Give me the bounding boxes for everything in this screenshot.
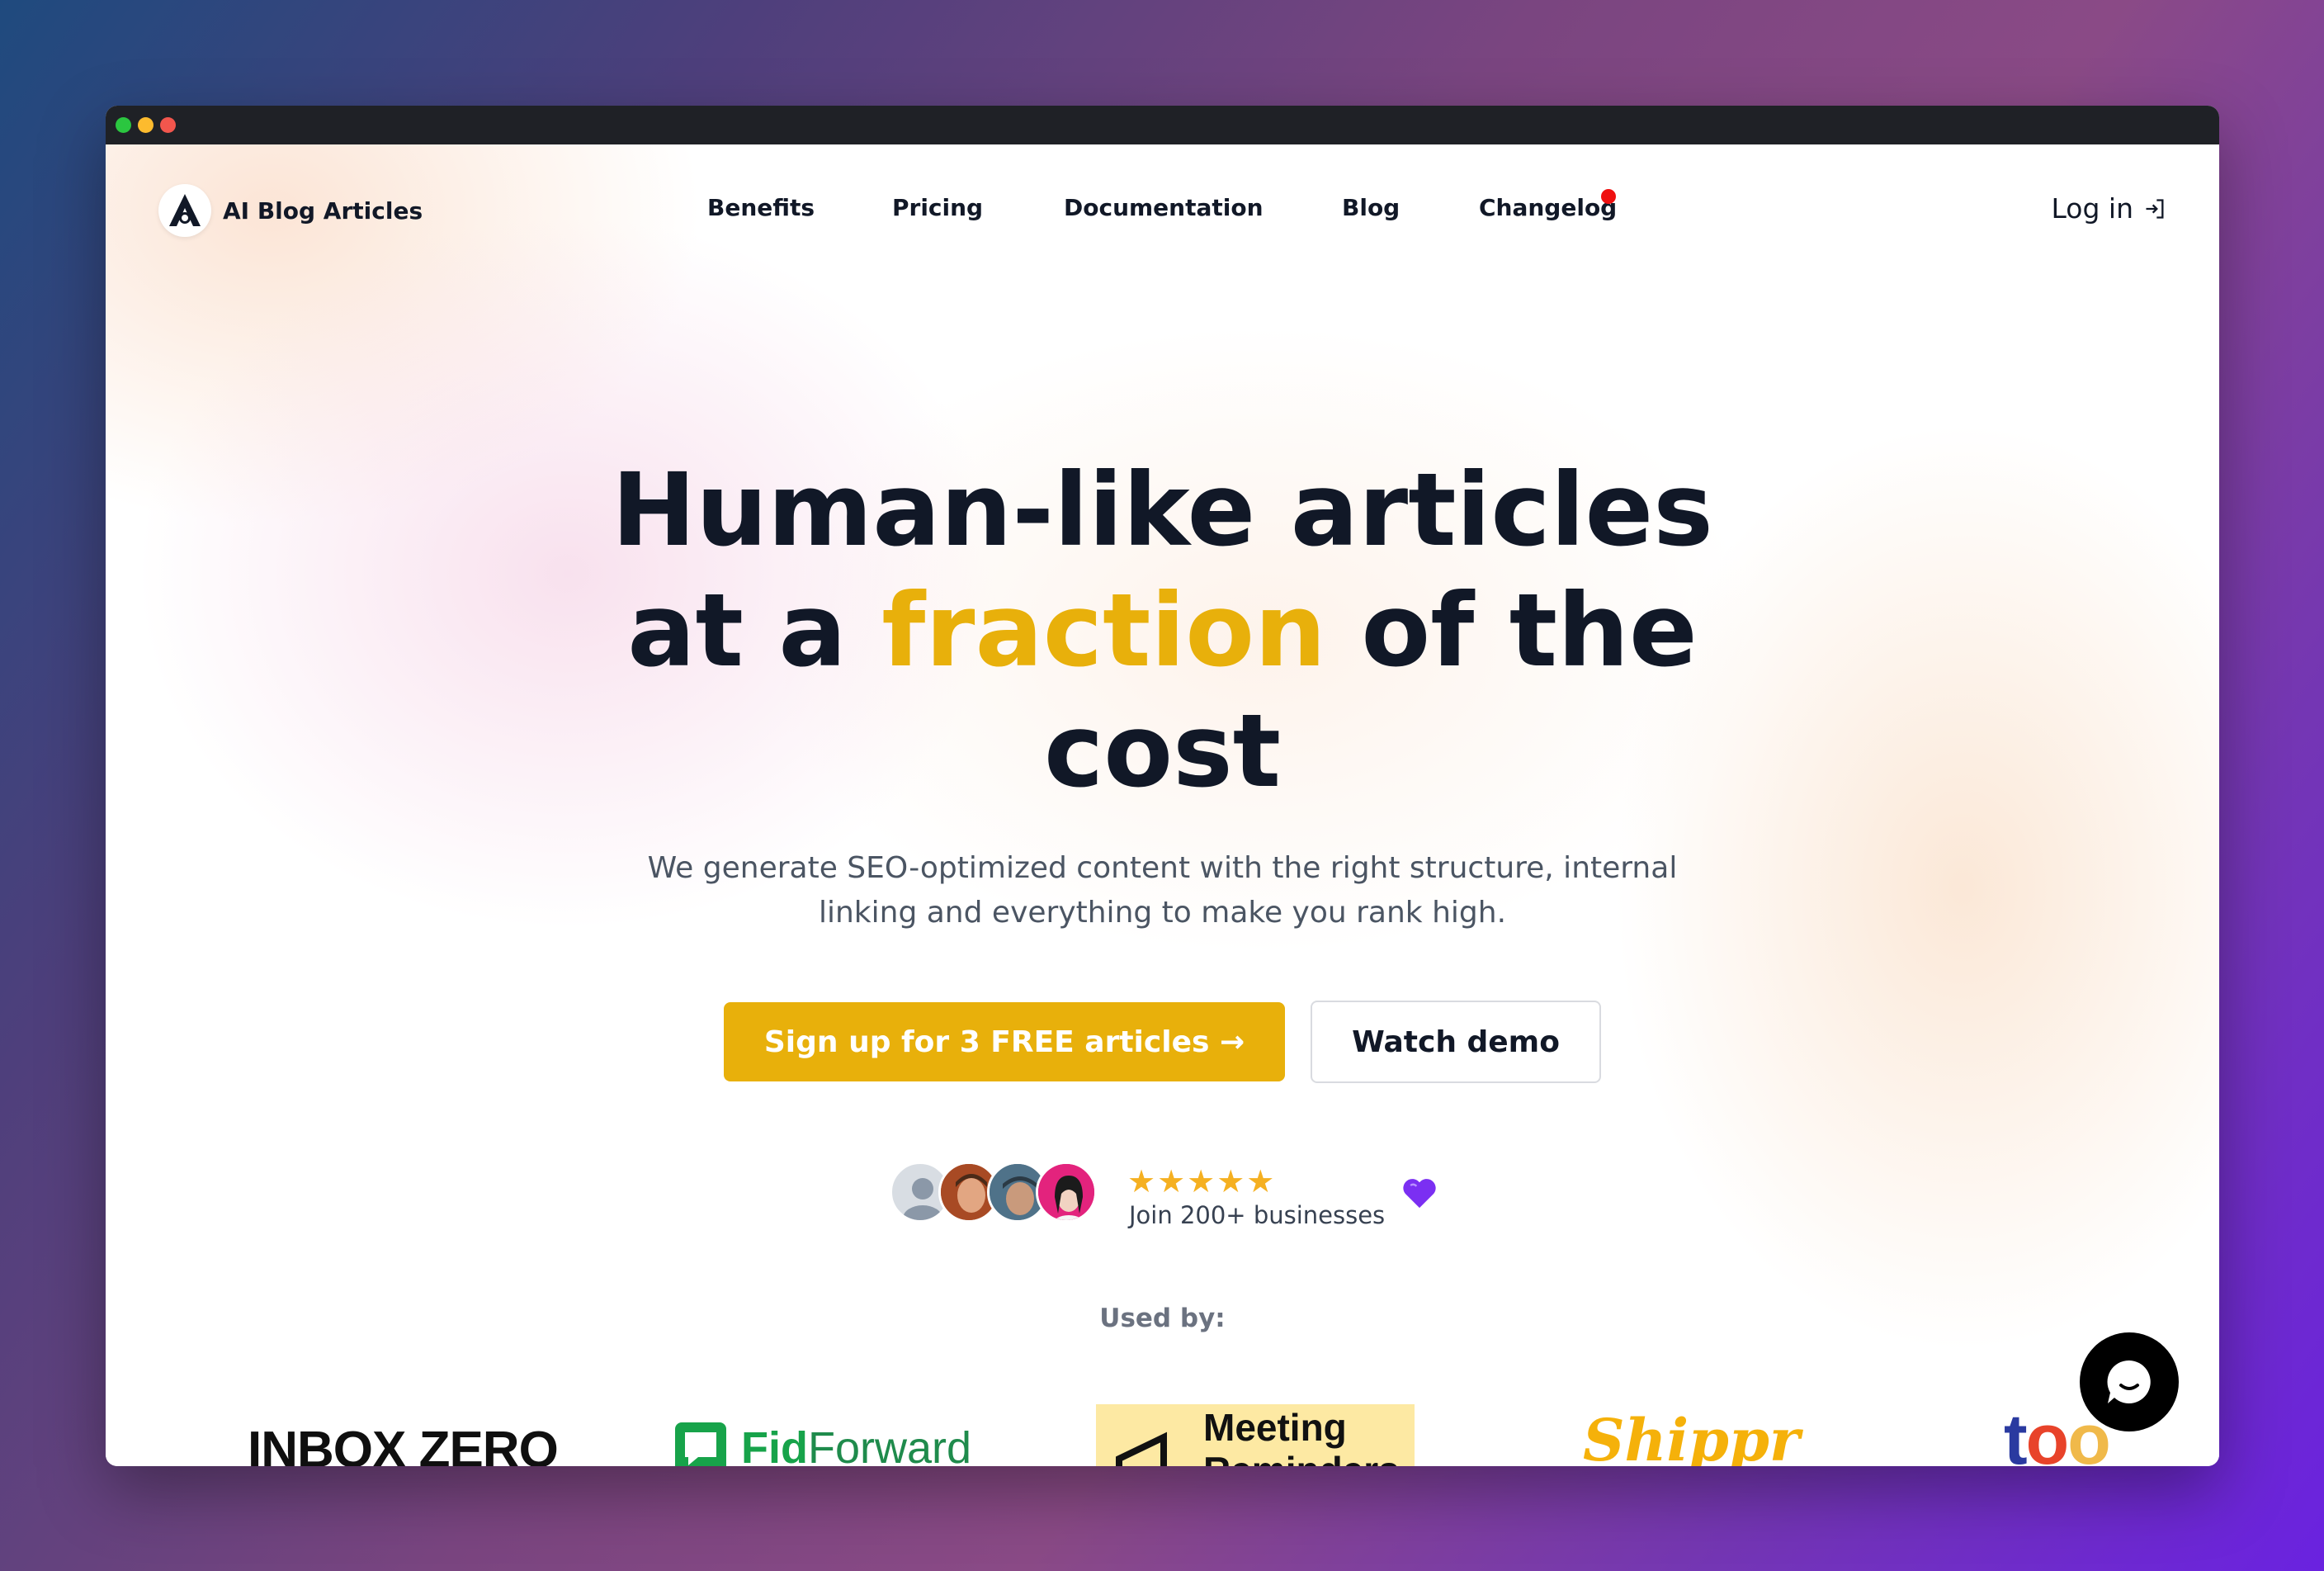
join-businesses-text: Join 200+ businesses xyxy=(1129,1201,1386,1229)
used-by-label: Used by: xyxy=(1099,1304,1226,1333)
nav-documentation[interactable]: Documentation xyxy=(1064,194,1264,221)
nav-benefits[interactable]: Benefits xyxy=(707,194,815,221)
meeting-reminders-wordmark: Meeting Reminders xyxy=(1203,1406,1400,1466)
window-minimize-dot[interactable] xyxy=(138,117,154,133)
browser-window: AI Blog Articles Benefits Pricing Docume… xyxy=(106,106,2219,1466)
fidforward-logo: FidForward xyxy=(673,1421,971,1466)
signup-free-articles-button[interactable]: Sign up for 3 FREE articles → xyxy=(724,1002,1285,1081)
customer-avatars xyxy=(890,1162,1104,1223)
login-arrow-icon xyxy=(2146,198,2164,219)
inbox-zero-logo: INBOX ZERO xyxy=(248,1422,559,1466)
hero-subtitle-line1: We generate SEO-optimized content with t… xyxy=(647,851,1678,885)
avatar xyxy=(1036,1162,1097,1223)
watch-demo-button[interactable]: Watch demo xyxy=(1311,1001,1601,1083)
nav-changelog[interactable]: Changelog xyxy=(1479,194,1617,221)
login-link[interactable]: Log in xyxy=(2051,192,2166,225)
hero-title-line3: cost xyxy=(1043,693,1282,810)
hero-title-accent: fraction xyxy=(881,572,1326,689)
main-nav: Benefits Pricing Documentation Blog Chan… xyxy=(106,189,2219,227)
hero-subtitle-line2: linking and everything to make you rank … xyxy=(818,896,1507,930)
window-close-dot[interactable] xyxy=(160,117,176,133)
hero-title-line2-post: of the xyxy=(1361,572,1698,689)
nav-blog[interactable]: Blog xyxy=(1342,194,1400,221)
hero-title-line1: Human-like articles xyxy=(612,452,1713,569)
shippr-logo: Shippr xyxy=(1583,1406,1800,1466)
fidforward-wordmark: FidForward xyxy=(741,1422,971,1466)
chat-widget-button[interactable] xyxy=(2080,1332,2179,1431)
fidforward-wordmark-rest: Forward xyxy=(807,1423,972,1466)
purple-heart-icon xyxy=(1401,1176,1438,1213)
hero-headline: Human-like articles at a fraction of the… xyxy=(106,450,2219,812)
window-titlebar xyxy=(106,106,2219,144)
fidforward-wordmark-bold: Fid xyxy=(741,1423,808,1466)
chat-bubble-icon xyxy=(2107,1360,2151,1403)
rating-stars: ★★★★★ xyxy=(1127,1163,1277,1200)
login-label: Log in xyxy=(2051,192,2133,225)
landing-page: AI Blog Articles Benefits Pricing Docume… xyxy=(106,144,2219,1466)
megaphone-icon xyxy=(1116,1431,1167,1466)
hero-subtitle: We generate SEO-optimized content with t… xyxy=(106,846,2219,935)
nav-pricing[interactable]: Pricing xyxy=(892,194,983,221)
window-maximize-dot[interactable] xyxy=(116,117,131,133)
fidforward-mark-icon xyxy=(675,1422,726,1466)
hero-title-line2-pre: at a xyxy=(627,572,847,689)
changelog-notification-badge xyxy=(1601,189,1616,204)
meeting-reminders-logo: Meeting Reminders xyxy=(1096,1404,1415,1466)
